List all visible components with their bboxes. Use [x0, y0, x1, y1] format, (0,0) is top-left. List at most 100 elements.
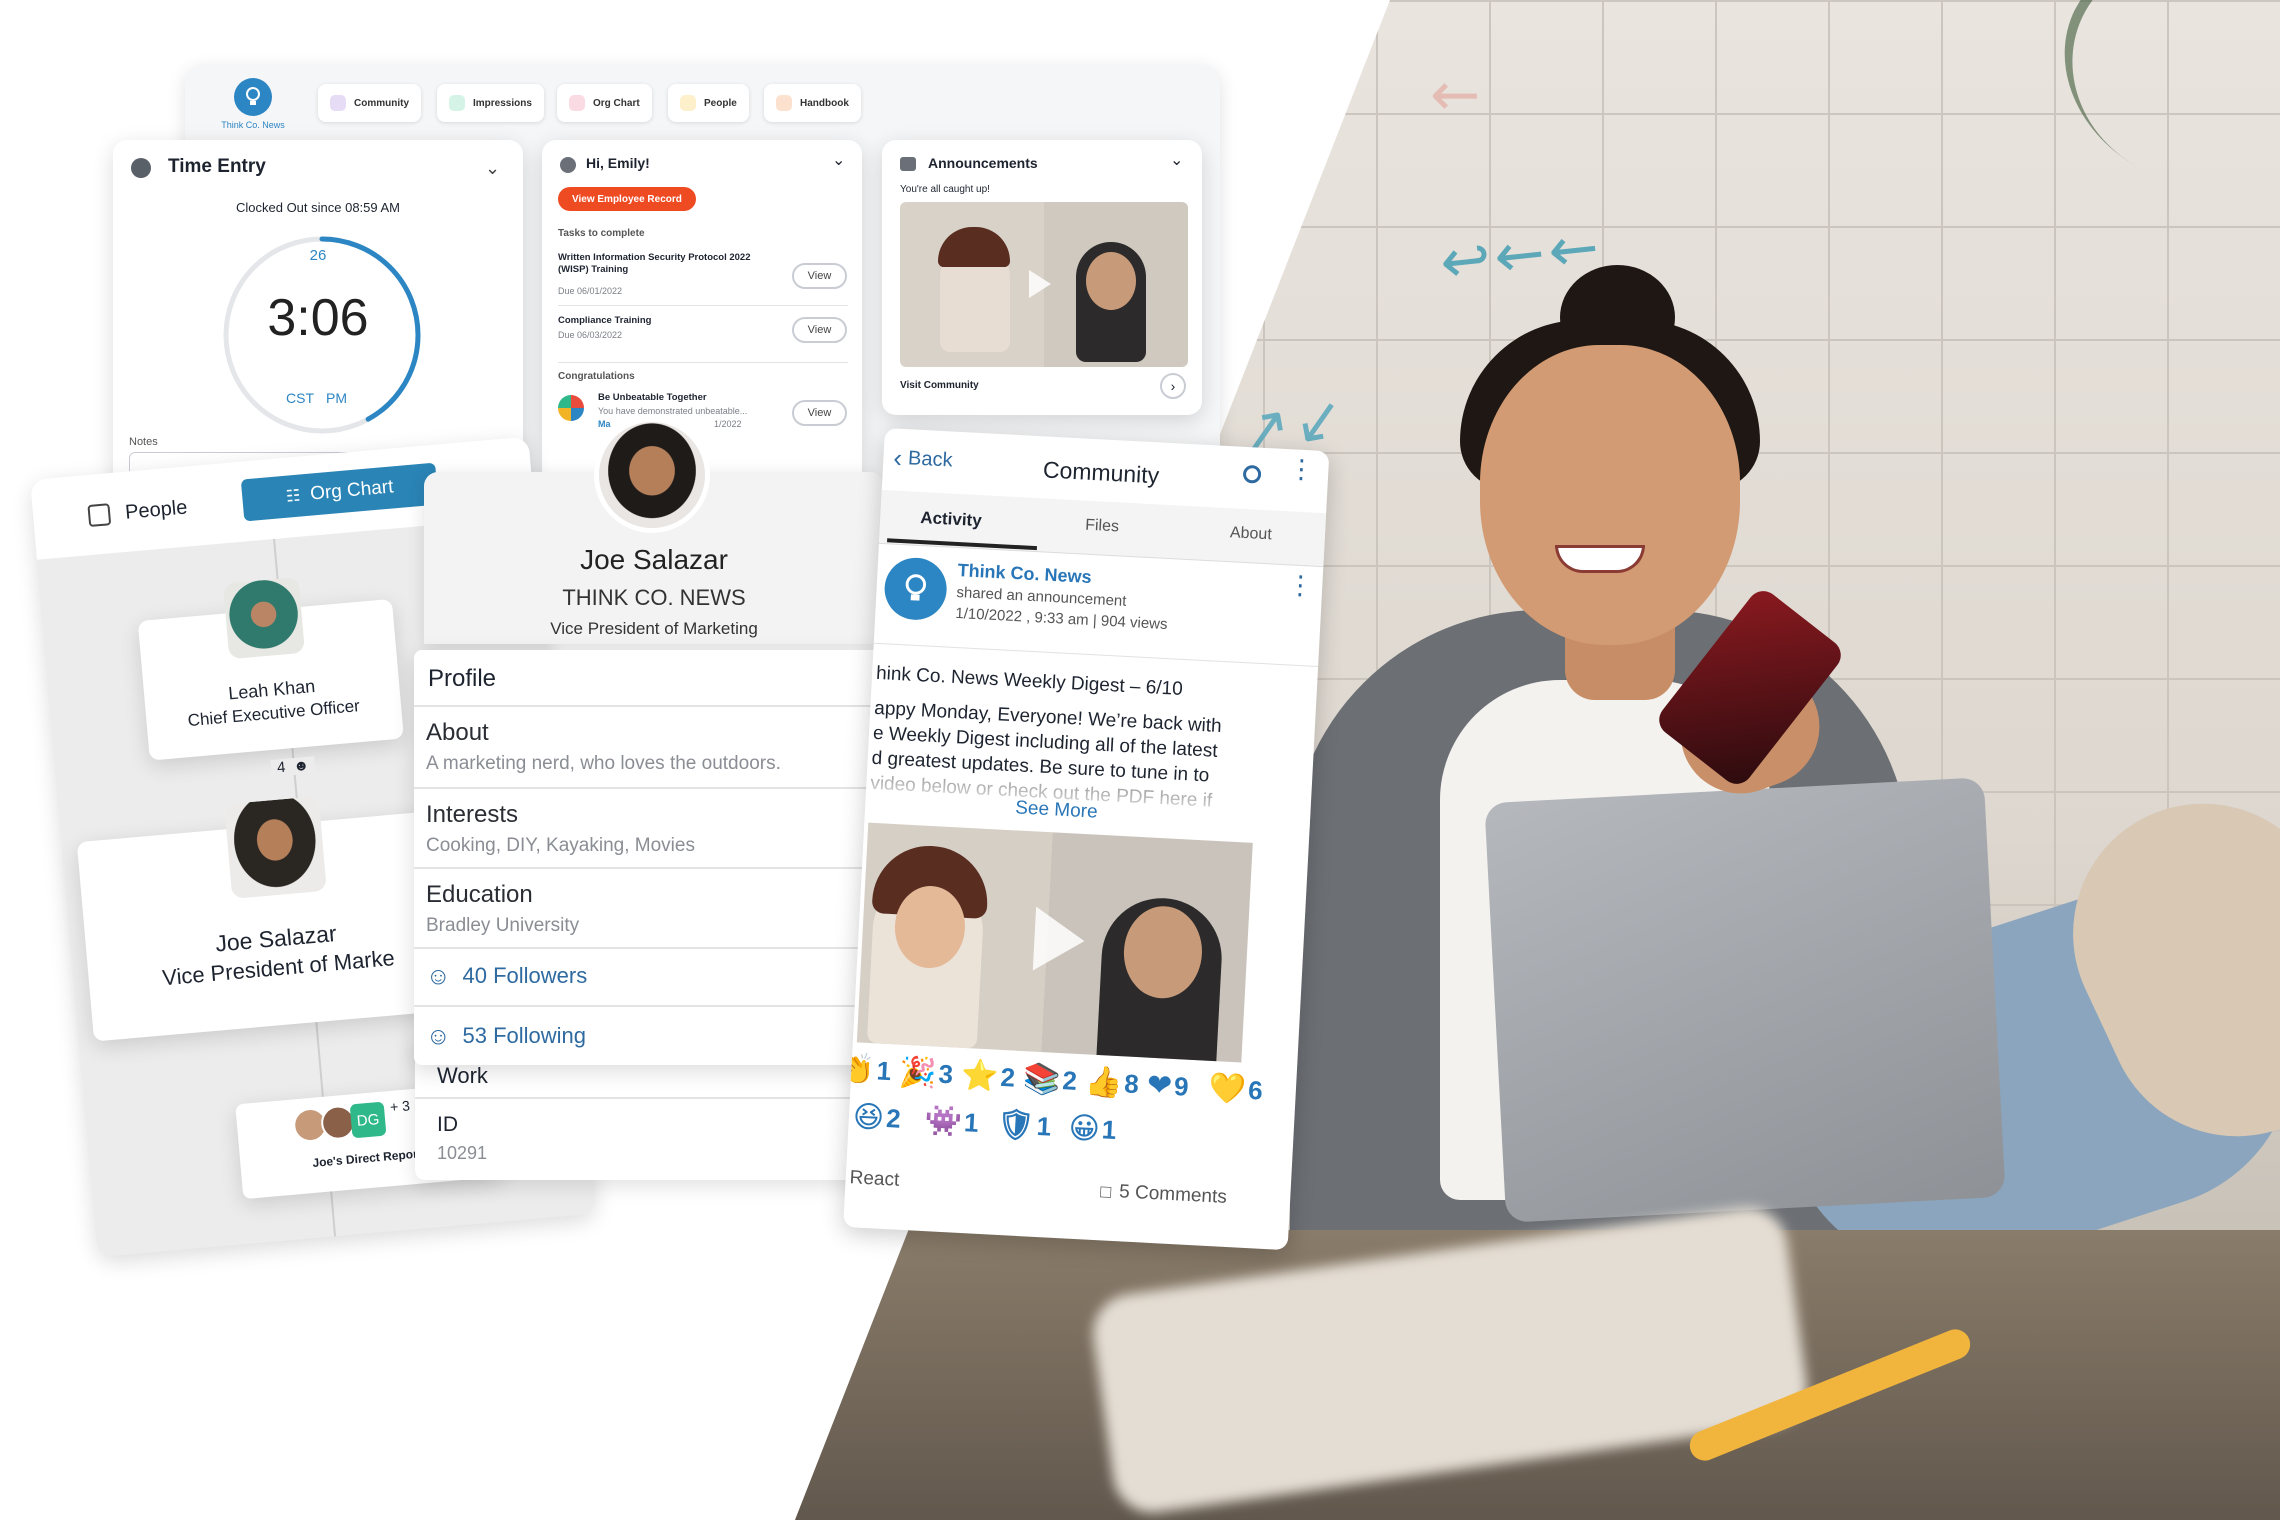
tab-about[interactable]: About [1229, 524, 1273, 544]
reaction-chip[interactable]: 💛 6 [1208, 1071, 1264, 1109]
reaction-chip[interactable]: 👾 1 [924, 1103, 980, 1141]
reaction-emoji-icon: ❤ [1146, 1067, 1173, 1104]
divider [415, 1097, 885, 1099]
notes-label: Notes [129, 436, 158, 448]
nav-community[interactable]: Community [318, 84, 421, 122]
followers-row[interactable]: ☺ 40 Followers [414, 947, 904, 1005]
comment-icon: □ [1099, 1180, 1112, 1202]
congrats-date: 1/2022 [714, 419, 742, 429]
person-face [1480, 345, 1740, 645]
education-value: Bradley University [426, 915, 580, 936]
reaction-count: 2 [1061, 1065, 1078, 1096]
interests-value: Cooking, DIY, Kayaking, Movies [426, 835, 695, 856]
congrats-link[interactable]: Ma [598, 419, 611, 429]
post-author[interactable]: Think Co. News [957, 560, 1092, 588]
reaction-emoji-icon: 😆 [851, 1099, 886, 1136]
search-icon[interactable] [1242, 464, 1262, 484]
congrats-view-button[interactable]: View [792, 400, 847, 426]
post-options-icon[interactable]: ⋮ [1287, 569, 1315, 600]
education-row: Education Bradley University [414, 867, 904, 947]
reaction-count: 3 [937, 1058, 954, 1090]
following-link[interactable]: 53 Following [463, 1023, 587, 1049]
reaction-emoji-icon: ⭐ [960, 1057, 1000, 1095]
chevron-right-icon[interactable]: › [1160, 373, 1186, 399]
announcement-video-thumbnail[interactable] [900, 202, 1188, 367]
profile-header: Joe Salazar THINK CO. NEWS Vice Presiden… [424, 417, 884, 644]
reaction-chip[interactable]: 😀 1 [1068, 1111, 1118, 1148]
visit-community-link[interactable]: Visit Community [900, 380, 979, 391]
back-label: Back [907, 447, 954, 472]
announcements-subtitle: You're all caught up! [900, 184, 990, 195]
following-row[interactable]: ☺ 53 Following [414, 1005, 904, 1063]
post-video-thumbnail[interactable] [856, 822, 1253, 1063]
reaction-count: 1 [963, 1107, 980, 1138]
back-button[interactable]: ‹ Back [893, 443, 954, 477]
chevron-down-icon[interactable]: ⌄ [832, 150, 845, 170]
chevron-down-icon[interactable]: ⌄ [1170, 150, 1183, 170]
reaction-count: 9 [1173, 1071, 1190, 1102]
profile-name: Joe Salazar [580, 544, 728, 575]
divider [558, 362, 848, 363]
profile-avatar [594, 417, 710, 533]
whiteboard-scribble: ← [1430, 60, 1485, 130]
brand-label: Think Co. News [221, 120, 285, 130]
reaction-emoji-icon: 👍 [1084, 1064, 1124, 1102]
reaction-emoji-icon: 🛡 [995, 1106, 1036, 1144]
profile-role: Vice President of Marketing [550, 619, 758, 638]
reaction-chip[interactable]: 😆 2 [852, 1099, 902, 1136]
reaction-chip[interactable]: 🛡 1 [996, 1107, 1052, 1145]
nav-label: Org Chart [593, 97, 640, 109]
comments-count: 5 Comments [1118, 1181, 1228, 1208]
post-meta: 1/10/2022 , 9:33 am | 904 views [954, 604, 1168, 634]
task-view-button[interactable]: View [792, 317, 847, 343]
tab-files[interactable]: Files [1085, 517, 1120, 537]
nav-impressions[interactable]: Impressions [437, 84, 544, 122]
video-person-hair [938, 227, 1010, 267]
comments-button[interactable]: □ 5 Comments [1099, 1180, 1228, 1209]
timezone: CST [286, 390, 314, 406]
report-initials-avatar: DG [349, 1101, 387, 1139]
play-icon[interactable] [1032, 906, 1087, 974]
following-icon: ☺ [426, 1023, 451, 1050]
nav-handbook[interactable]: Handbook [764, 84, 861, 122]
see-more-link[interactable]: See More [1015, 797, 1098, 823]
congrats-title: Be Unbeatable Together [598, 392, 707, 403]
task-view-button[interactable]: View [792, 263, 847, 289]
vp-avatar [224, 796, 327, 899]
reaction-emoji-icon: 😀 [1067, 1110, 1101, 1148]
community-screen: ‹ Back Community ⋮ Activity Files About … [843, 428, 1330, 1251]
view-employee-record-button[interactable]: View Employee Record [558, 187, 696, 211]
star-icon [449, 95, 465, 111]
time-display: 3:06 [267, 289, 369, 347]
play-icon[interactable] [1029, 270, 1051, 298]
ceo-card[interactable]: Leah Khan Chief Executive Officer [137, 576, 404, 761]
reaction-chip[interactable]: 👍 8 [1084, 1064, 1140, 1102]
tab-activity[interactable]: Activity [920, 508, 982, 531]
task-title: Compliance Training [558, 315, 652, 326]
reaction-chip[interactable]: 📚 2 [1022, 1061, 1078, 1099]
reaction-count: 1 [1035, 1110, 1053, 1142]
clock-icon [131, 158, 151, 178]
congrats-heading: Congratulations [558, 371, 635, 382]
profile-company: THINK CO. NEWS [562, 585, 746, 610]
brand-logo[interactable]: Think Co. News [208, 78, 298, 130]
react-button[interactable]: React [849, 1167, 900, 1192]
chevron-down-icon[interactable]: ⌄ [485, 158, 500, 179]
reaction-chip[interactable]: 🎉 3 [898, 1055, 954, 1093]
nav-org-chart[interactable]: Org Chart [557, 84, 652, 122]
nav-label: Handbook [800, 97, 849, 109]
reaction-count: 2 [885, 1103, 902, 1134]
followers-link[interactable]: 40 Followers [463, 963, 588, 989]
nav-label: Community [354, 97, 409, 109]
people-icon: ☻ [292, 756, 310, 776]
education-label: Education [426, 881, 533, 908]
more-options-icon[interactable]: ⋮ [1288, 453, 1316, 484]
org-chart-icon [569, 95, 585, 111]
org-chart-icon: ☷ [285, 487, 302, 506]
reaction-count: 1 [875, 1055, 892, 1087]
reaction-chip[interactable]: ⭐ 2 [960, 1058, 1016, 1096]
reaction-emoji-icon: 🎉 [898, 1054, 938, 1092]
nav-people[interactable]: People [668, 84, 749, 122]
user-icon [560, 157, 576, 173]
reaction-chip[interactable]: ❤ 9 [1146, 1068, 1189, 1105]
